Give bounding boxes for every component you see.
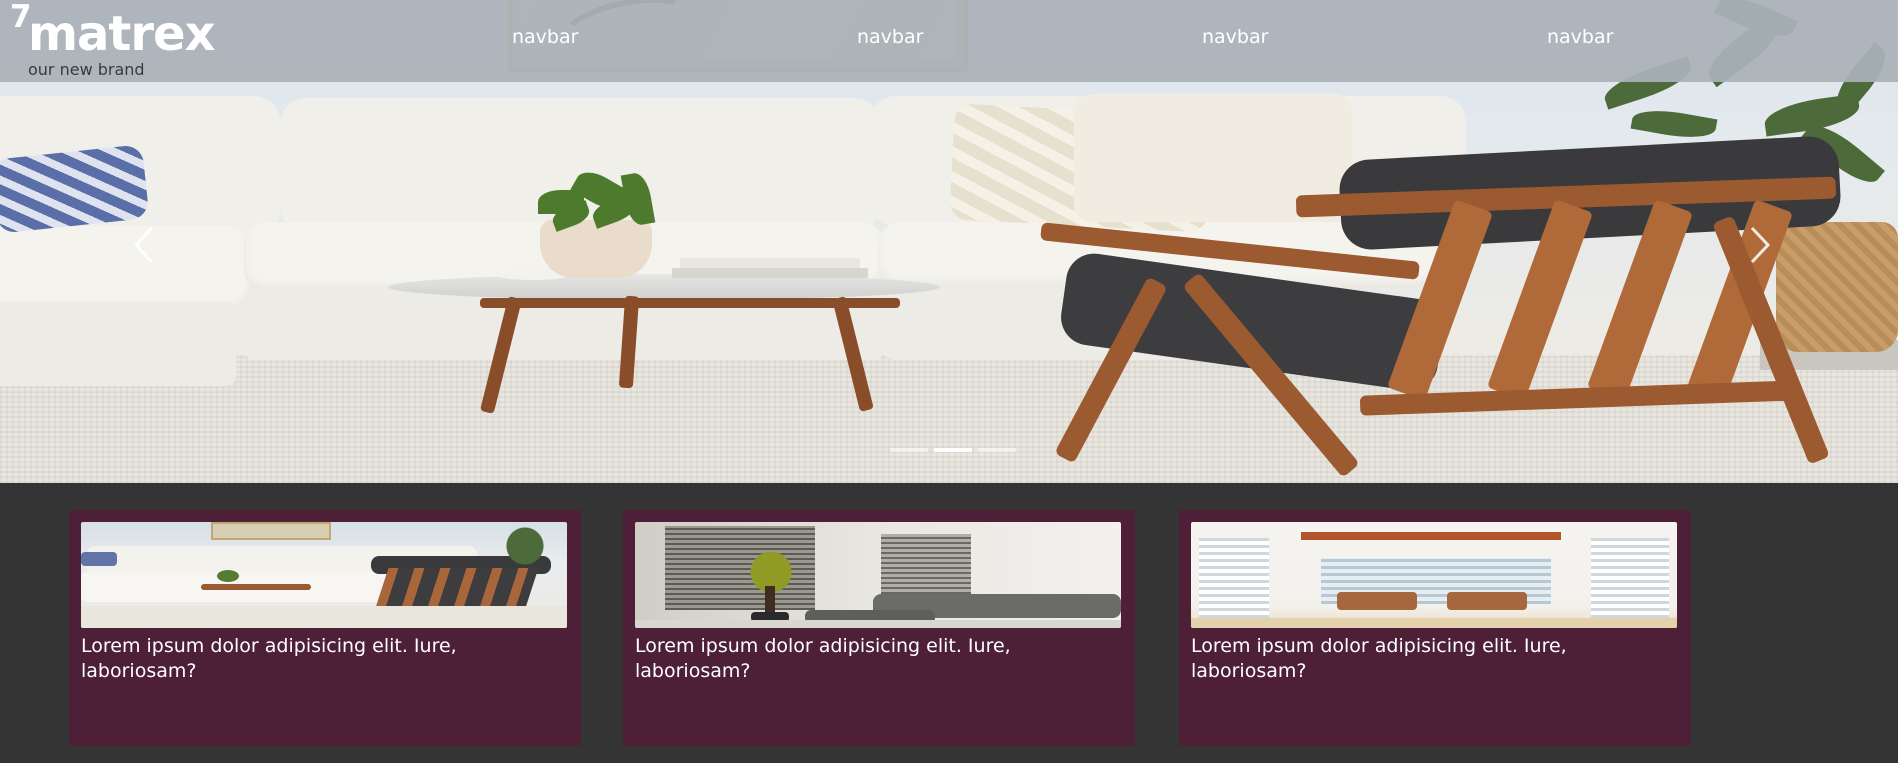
chevron-left-icon [133, 226, 154, 264]
chevron-right-icon [1750, 226, 1771, 264]
carousel-indicator[interactable] [934, 448, 972, 452]
carousel-next-button[interactable] [1738, 220, 1778, 270]
card[interactable]: Lorem ipsum dolor adipisicing elit. Iure… [69, 510, 581, 746]
sofa-base [0, 302, 236, 386]
card-text: Lorem ipsum dolor adipisicing elit. Iure… [81, 635, 457, 682]
brand-tagline: our new brand [28, 60, 145, 79]
nav-link-3[interactable]: navbar [1202, 26, 1268, 48]
sofa-seat [0, 226, 250, 312]
nav-link-2[interactable]: navbar [857, 26, 923, 48]
nav-link-4[interactable]: navbar [1547, 26, 1613, 48]
brand-name: matrex [28, 6, 216, 62]
card-text: Lorem ipsum dolor adipisicing elit. Iure… [1191, 635, 1567, 682]
card[interactable]: Lorem ipsum dolor adipisicing elit. Iure… [623, 510, 1135, 746]
book [672, 268, 868, 278]
card-text: Lorem ipsum dolor adipisicing elit. Iure… [635, 635, 1011, 682]
carousel-indicator[interactable] [890, 448, 928, 452]
basket [1776, 222, 1898, 352]
card-image-sunroom [1191, 522, 1677, 628]
card[interactable]: Lorem ipsum dolor adipisicing elit. Iure… [1179, 510, 1691, 746]
book [680, 258, 860, 268]
nav-link-1[interactable]: navbar [512, 26, 578, 48]
card-image-modern-lounge [635, 522, 1121, 628]
card-image-living-room [81, 522, 567, 628]
navbar: 7 matrex our new brand navbar navbar nav… [0, 0, 1898, 82]
carousel-prev-button[interactable] [126, 220, 166, 270]
carousel-indicator[interactable] [978, 448, 1016, 452]
carousel-indicators [890, 448, 1016, 452]
